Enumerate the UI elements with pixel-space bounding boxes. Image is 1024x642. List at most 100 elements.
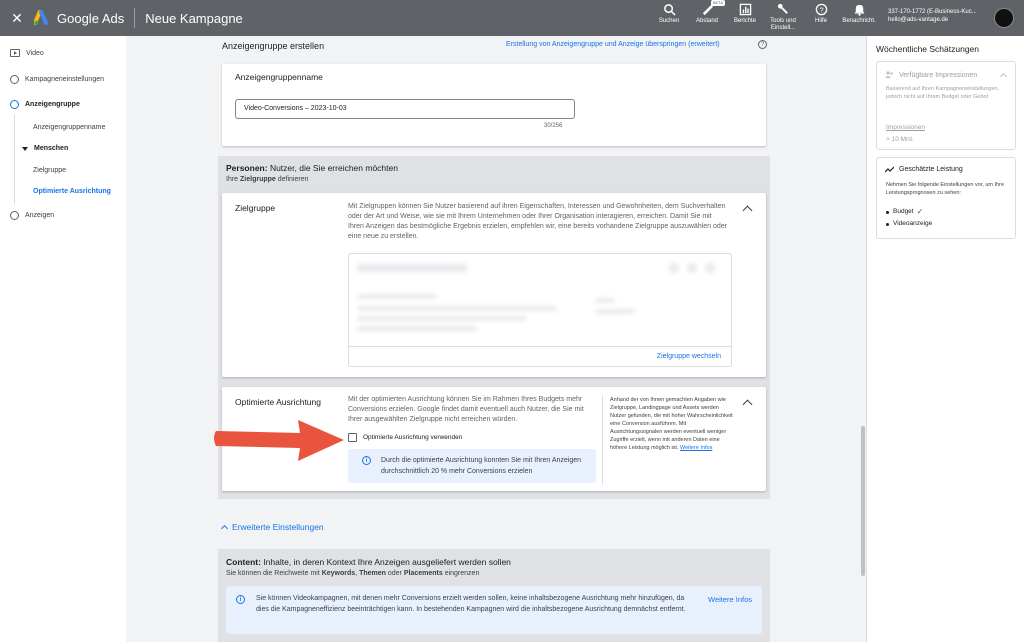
chevron-up-icon[interactable] [999,72,1008,81]
tools-button[interactable]: Tools und Einstell... [764,0,802,36]
audience-selection-box[interactable]: Zielgruppe wechseln [348,253,732,367]
blurred-icon [687,263,697,273]
audience-description: Mit Zielgruppen können Sie Nutzer basier… [348,203,728,240]
blurred-content [357,306,557,311]
bell-icon [854,4,864,16]
optimized-targeting-checkbox[interactable] [348,433,357,442]
topics-label: Themen [359,570,386,577]
tools-label: Tools und Einstell... [770,18,796,31]
measure-label: Abstand [695,18,719,24]
blurred-content [595,309,635,314]
nav-item-ad-group[interactable]: Anzeigengruppe [10,100,80,109]
nav-sub-optimized-targeting[interactable]: Optimierte Ausrichtung [33,188,111,195]
impressions-heading: Verfügbare Impressionen [885,71,977,79]
performance-card: Geschätzte Leistung Nehmen Sie folgende … [876,157,1016,239]
card-title: Zielgruppe [235,203,276,213]
beta-badge: BETA [710,0,725,6]
optimized-info-box: i Durch die optimierte Ausrichtung konnt… [348,449,596,483]
content-section: Content: Inhalte, in deren Kontext Ihre … [218,549,770,642]
blurred-content [357,294,437,299]
nav-step-line [14,114,15,204]
notifications-label: Benachricht. [842,18,876,24]
content-learn-more-link[interactable]: Weitere Infos [708,595,752,604]
checkbox-label[interactable]: Optimierte Ausrichtung verwenden [363,434,462,441]
skip-ad-group-link[interactable]: Erstellung von Anzeigengruppe und Anzeig… [506,41,720,48]
topbar-actions: Suchen BETA Abstand Berichte Tools und E… [650,0,878,36]
people-icon [885,71,893,78]
advanced-settings-toggle[interactable]: Erweiterte Einstellungen [220,522,324,533]
svg-text:?: ? [819,5,823,14]
search-label: Suchen [658,18,680,24]
change-audience-link[interactable]: Zielgruppe wechseln [657,353,721,360]
nav-sub-audience[interactable]: Zielgruppe [33,167,66,174]
nav-item-label: Kampagneneinstellungen [25,76,105,83]
bullet [886,210,889,214]
blurred-icon [705,263,715,273]
content-sub-post: eingrenzen [442,570,480,577]
help-icon[interactable]: ? [758,40,767,49]
list-item: Videoanzeige [886,218,932,230]
video-icon [10,49,20,57]
caret-down-icon [22,146,28,151]
optimized-description: Mit der optimierten Ausrichtung können S… [348,396,584,423]
panel-title: Wöchentliche Schätzungen [876,44,980,54]
nav-item-campaign-settings[interactable]: Kampagneneinstellungen [10,75,104,84]
learn-more-link[interactable]: Weitere Infos [680,445,712,451]
step-circle-icon [10,100,19,109]
people-heading: Personen: Nutzer, die Sie erreichen möch… [226,163,398,173]
impressions-value: > 10 Mrd. [886,136,914,143]
chevron-up-icon [220,524,229,533]
nav-sub-people[interactable]: Menschen [22,145,68,152]
help-button[interactable]: ? Hilfe [802,0,840,36]
blurred-content [595,298,615,303]
estimates-panel: Wöchentliche Schätzungen Verfügbare Impr… [866,36,1024,642]
close-icon[interactable]: ✕ [4,10,30,27]
reports-icon [739,3,751,16]
notifications-button[interactable]: Benachricht. [840,0,878,36]
search-button[interactable]: Suchen [650,0,688,36]
measure-button[interactable]: BETA Abstand [688,0,726,36]
optimized-side-note: Anhand der von Ihnen gemachten Angaben w… [610,396,734,452]
account-info[interactable]: 337-170-1772 (E-Business-Kuc... hello@ad… [888,8,988,24]
content-heading-bold: Content: [226,557,261,567]
nav-sub-ad-group-name[interactable]: Anzeigengruppenname [33,124,105,131]
step-circle-icon [10,75,19,84]
nav-item-label: Menschen [34,145,69,152]
vertical-divider [602,395,603,485]
chevron-up-icon[interactable] [742,399,753,410]
help-label: Hilfe [814,18,827,24]
placements-label: Placements [403,570,443,577]
nav-item-video[interactable]: Video [10,49,44,57]
blurred-icon [669,263,679,273]
ad-group-name-input[interactable]: Video-Conversions – 2023-10-03 [235,99,575,119]
keywords-label: Keywords [321,570,356,577]
info-text: Durch die optimierte Ausrichtung konnten… [381,457,582,475]
content-heading: Content: Inhalte, in deren Kontext Ihre … [226,557,511,567]
nav-item-label: Anzeigengruppe [25,101,80,108]
nav-item-label: Anzeigen [25,212,55,219]
reports-button[interactable]: Berichte [726,0,764,36]
chevron-up-icon[interactable] [742,205,753,216]
bullet [886,222,889,226]
avatar[interactable] [994,8,1014,28]
people-sub-post: definieren [275,176,309,183]
left-navigation: Video Kampagneneinstellungen Anzeigengru… [0,36,126,642]
people-sub-bold: Zielgruppe [240,176,276,183]
blurred-content [357,316,527,321]
content-subheading: Sie können die Reichweite mit Keywords, … [226,570,479,577]
impressions-label: Impressionen [886,124,926,131]
step-circle-icon [10,211,19,220]
performance-heading: Geschätzte Leistung [885,166,963,173]
impressions-card: Verfügbare Impressionen Basierend auf Ih… [876,61,1016,150]
list-item-label: Budget [893,208,914,215]
char-counter: 30/256 [544,123,563,129]
audience-card: Zielgruppe Mit Zielgruppen können Sie Nu… [222,193,766,377]
scrollbar[interactable] [861,426,865,576]
impressions-note: Basierend auf Ihren Kampagneneinstellung… [886,86,1000,100]
card-title: Anzeigengruppenname [235,72,323,82]
card-title: Optimierte Ausrichtung [235,397,321,407]
people-sub-pre: Ihre [226,176,241,183]
nav-item-ads[interactable]: Anzeigen [10,211,54,220]
brand-name: Google Ads [57,10,125,26]
ad-group-name-card: Anzeigengruppenname Video-Conversions – … [222,64,766,146]
